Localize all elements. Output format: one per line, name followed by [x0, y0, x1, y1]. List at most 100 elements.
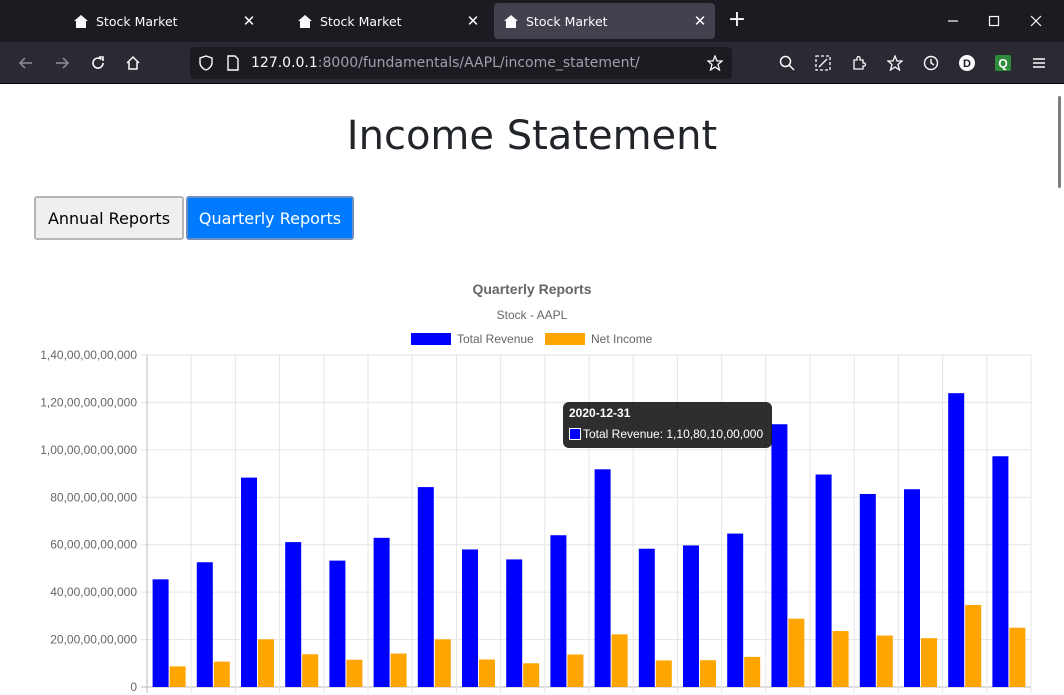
- bar-total-revenue: [683, 545, 699, 687]
- bar-total-revenue: [241, 477, 257, 687]
- search-button[interactable]: [776, 52, 798, 74]
- bar-total-revenue: [638, 548, 655, 687]
- profile-button[interactable]: D: [956, 52, 978, 74]
- bar-total-revenue: [152, 579, 169, 687]
- y-tick-label: 1,00,00,00,00,000: [40, 443, 137, 457]
- reload-icon: [92, 56, 104, 69]
- close-icon[interactable]: ✕: [691, 12, 709, 30]
- tab-label: Stock Market: [96, 13, 178, 29]
- bar-total-revenue: [859, 493, 876, 687]
- reload-button[interactable]: [87, 52, 109, 74]
- page-icon: [227, 55, 239, 71]
- star-icon[interactable]: [707, 55, 723, 71]
- legend-label-total-revenue: Total Revenue: [457, 332, 534, 346]
- legend-swatch-net-income: [545, 333, 585, 345]
- home-icon: [126, 55, 140, 70]
- browser-tab-3[interactable]: Stock Market ✕: [494, 3, 715, 39]
- minimize-icon: [948, 20, 958, 22]
- bar-total-revenue: [196, 562, 213, 687]
- chart-tooltip: 2020-12-31 Total Revenue: 1,10,80,10,00,…: [563, 402, 772, 448]
- legend-swatch-total-revenue: [411, 333, 451, 345]
- annual-reports-button[interactable]: Annual Reports: [34, 196, 184, 240]
- history-button[interactable]: [920, 52, 942, 74]
- browser-titlebar: Stock Market ✕ Stock Market ✕ Stock Mark…: [0, 0, 1064, 42]
- y-tick-label: 0: [130, 680, 137, 694]
- bar-net-income: [965, 604, 982, 687]
- extension-q-icon: Q: [995, 55, 1011, 71]
- bar-net-income: [1009, 627, 1026, 687]
- home-button[interactable]: [122, 52, 144, 74]
- minimize-button[interactable]: [942, 10, 964, 32]
- bar-total-revenue: [992, 456, 1009, 687]
- bar-total-revenue: [329, 560, 346, 687]
- y-tick-label: 1,40,00,00,00,000: [40, 348, 137, 362]
- close-icon[interactable]: ✕: [240, 12, 258, 30]
- bar-net-income: [788, 618, 805, 687]
- bar-total-revenue: [771, 424, 788, 687]
- bar-net-income: [479, 659, 495, 687]
- bar-total-revenue: [594, 469, 611, 687]
- browser-tab-1[interactable]: Stock Market ✕: [54, 3, 264, 39]
- close-icon[interactable]: ✕: [464, 12, 482, 30]
- extension-letter: Q: [998, 57, 1007, 71]
- house-icon: [504, 14, 518, 28]
- bar-net-income: [744, 656, 761, 687]
- bar-total-revenue: [550, 535, 567, 687]
- bar-net-income: [611, 634, 628, 687]
- screenshot-button[interactable]: [812, 52, 834, 74]
- tooltip-swatch: [569, 428, 581, 440]
- bar-net-income: [346, 659, 363, 687]
- close-icon: [1030, 15, 1042, 27]
- arrow-left-icon: [18, 57, 32, 69]
- url-bar[interactable]: 127.0.0.1:8000/fundamentals/AAPL/income_…: [190, 47, 732, 79]
- bar-total-revenue: [815, 474, 832, 687]
- bar-net-income: [302, 654, 319, 687]
- legend-label-net-income: Net Income: [591, 332, 653, 346]
- bar-total-revenue: [462, 549, 478, 687]
- url-host: 127.0.0.1: [251, 55, 318, 71]
- bar-total-revenue: [285, 542, 302, 687]
- bar-net-income: [523, 663, 540, 687]
- bar-total-revenue: [373, 537, 390, 687]
- tooltip-body: Total Revenue: 1,10,80,10,00,000: [583, 427, 764, 441]
- new-tab-button[interactable]: +: [726, 9, 748, 32]
- tab-label: Stock Market: [320, 13, 402, 29]
- quarterly-reports-chart: Quarterly Reports Stock - AAPL Total Rev…: [40, 281, 1032, 694]
- extensions-button[interactable]: [848, 52, 870, 74]
- y-tick-label: 20,00,00,00,000: [50, 633, 137, 647]
- y-tick-label: 40,00,00,00,000: [50, 585, 137, 599]
- back-button[interactable]: [15, 52, 37, 74]
- browser-tab-2[interactable]: Stock Market ✕: [278, 3, 488, 39]
- bar-net-income: [169, 666, 186, 687]
- bar-net-income: [700, 660, 716, 687]
- bar-net-income: [258, 639, 274, 687]
- forward-button[interactable]: [51, 52, 73, 74]
- extension-q-button[interactable]: Q: [992, 52, 1014, 74]
- page-title: Income Statement: [346, 113, 718, 159]
- bar-net-income: [655, 660, 672, 687]
- profile-avatar-icon: D: [959, 55, 975, 71]
- bookmarks-button[interactable]: [884, 52, 906, 74]
- bar-net-income: [832, 631, 849, 687]
- chart-legend[interactable]: Total Revenue Net Income: [411, 332, 653, 346]
- bar-net-income: [390, 653, 407, 687]
- url-path: :8000/fundamentals/AAPL/income_statement…: [317, 55, 640, 71]
- house-icon: [298, 14, 312, 28]
- bar-net-income: [213, 661, 230, 687]
- close-window-button[interactable]: [1025, 10, 1047, 32]
- tooltip-title: 2020-12-31: [569, 406, 631, 420]
- page-scrollbar[interactable]: [1055, 84, 1064, 695]
- quarterly-reports-button[interactable]: Quarterly Reports: [186, 196, 354, 240]
- clock-icon: [923, 55, 939, 71]
- chart-title: Quarterly Reports: [472, 281, 591, 297]
- maximize-button[interactable]: [983, 10, 1005, 32]
- url-text: 127.0.0.1:8000/fundamentals/AAPL/income_…: [251, 55, 640, 71]
- star-list-icon: [887, 55, 903, 71]
- shield-icon: [199, 55, 213, 71]
- browser-navbar: 127.0.0.1:8000/fundamentals/AAPL/income_…: [0, 42, 1064, 84]
- y-tick-label: 1,20,00,00,00,000: [40, 395, 137, 409]
- bar-net-income: [921, 638, 937, 687]
- bar-total-revenue: [904, 489, 920, 687]
- menu-button[interactable]: [1028, 52, 1050, 74]
- puzzle-icon: [853, 55, 867, 70]
